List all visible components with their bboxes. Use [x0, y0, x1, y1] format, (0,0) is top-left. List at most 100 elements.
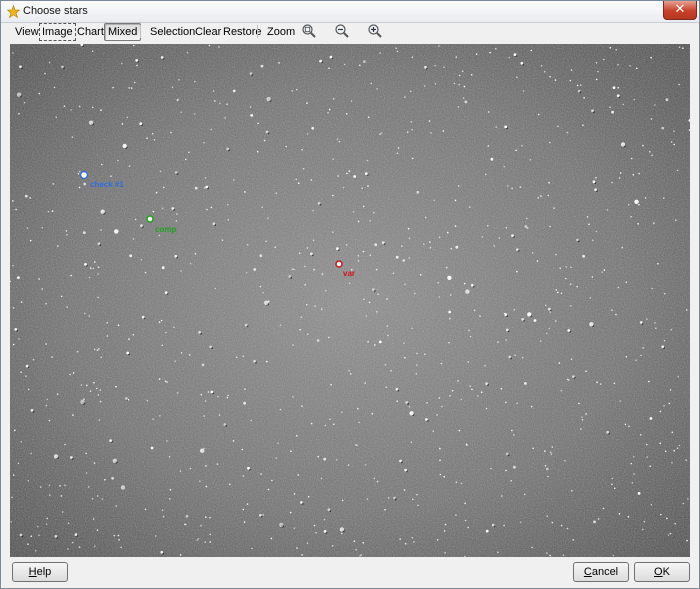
background-star — [214, 287, 217, 290]
background-star — [504, 125, 508, 129]
background-star — [516, 270, 518, 273]
background-star — [259, 513, 262, 517]
background-star — [617, 87, 619, 89]
background-star — [11, 496, 13, 499]
background-star — [589, 322, 594, 327]
background-star — [581, 419, 584, 421]
background-star — [637, 223, 639, 225]
background-star — [45, 404, 48, 407]
background-star — [117, 159, 119, 162]
background-star — [232, 89, 236, 93]
background-star — [296, 435, 298, 437]
background-star — [224, 117, 226, 119]
background-star — [630, 462, 633, 465]
background-star — [205, 485, 208, 488]
background-star — [59, 485, 61, 487]
help-button[interactable]: Help — [12, 562, 68, 582]
background-star — [424, 85, 426, 87]
background-star — [453, 82, 456, 85]
background-star — [533, 319, 537, 322]
background-star — [371, 413, 374, 415]
background-star — [23, 101, 26, 104]
background-star — [519, 521, 522, 523]
background-star — [93, 381, 95, 384]
background-star — [36, 525, 39, 528]
background-star — [669, 532, 672, 535]
view-menu[interactable]: View — [11, 23, 43, 41]
background-star — [232, 440, 235, 442]
background-star — [544, 450, 546, 452]
background-star — [197, 537, 200, 540]
mixed-mode-button[interactable]: Mixed — [104, 23, 142, 41]
background-star — [373, 212, 375, 214]
star-field-image[interactable]: check #1 comp var — [10, 44, 690, 557]
background-star — [93, 348, 96, 351]
background-star — [555, 253, 557, 256]
chart-mode-button[interactable]: Chart — [73, 23, 108, 41]
background-star — [511, 429, 513, 432]
background-star — [457, 380, 459, 382]
background-star — [498, 237, 501, 239]
magnifier-minus-icon[interactable] — [334, 23, 350, 39]
background-star — [199, 480, 201, 483]
background-star — [457, 106, 460, 108]
background-star — [645, 443, 648, 446]
background-star — [265, 130, 269, 134]
image-mode-button[interactable]: Image — [39, 23, 76, 41]
background-star — [78, 170, 81, 173]
background-star — [274, 246, 277, 249]
background-star — [15, 208, 17, 211]
background-star — [101, 498, 104, 500]
background-star — [540, 195, 542, 197]
background-star — [433, 199, 435, 202]
background-star — [216, 463, 219, 465]
background-star — [76, 350, 79, 353]
magnifier-plus-icon[interactable] — [367, 23, 383, 39]
background-star — [408, 237, 411, 240]
background-star — [267, 488, 270, 491]
background-star — [253, 268, 257, 271]
background-star — [678, 444, 681, 447]
ok-button[interactable]: OK — [634, 562, 690, 582]
background-star — [612, 554, 615, 557]
background-star — [353, 540, 356, 542]
background-star — [677, 375, 680, 378]
background-star — [571, 489, 573, 492]
magnifier-fit-icon[interactable] — [301, 23, 317, 39]
background-star — [633, 455, 635, 458]
background-star — [361, 187, 363, 189]
background-star — [275, 457, 278, 459]
background-star — [189, 262, 192, 265]
background-star — [54, 535, 58, 538]
background-star — [443, 475, 446, 478]
background-star — [328, 336, 330, 339]
background-star — [611, 483, 613, 486]
background-star — [301, 148, 303, 151]
background-star — [69, 373, 71, 376]
background-star — [521, 356, 524, 359]
star-field-svg[interactable]: check #1 comp var — [10, 44, 690, 557]
background-star — [669, 389, 672, 391]
restore-button[interactable]: Restore — [219, 23, 266, 41]
background-star — [649, 417, 653, 420]
background-star — [104, 478, 106, 481]
toolbar-separator — [257, 25, 258, 38]
background-star — [367, 185, 369, 187]
background-star — [185, 514, 189, 518]
background-star — [109, 439, 112, 442]
background-star — [158, 234, 161, 237]
background-star — [30, 452, 32, 455]
background-star — [545, 304, 547, 307]
background-star — [226, 203, 229, 206]
background-star — [118, 539, 120, 541]
background-star — [547, 475, 549, 478]
background-star — [38, 534, 40, 536]
cancel-button[interactable]: Cancel — [573, 562, 629, 582]
background-star — [88, 276, 91, 279]
close-button[interactable]: ✕ — [663, 1, 697, 20]
background-star — [293, 527, 296, 530]
background-star — [411, 536, 414, 539]
background-star — [631, 482, 634, 484]
background-star — [323, 457, 327, 461]
background-star — [203, 187, 206, 189]
